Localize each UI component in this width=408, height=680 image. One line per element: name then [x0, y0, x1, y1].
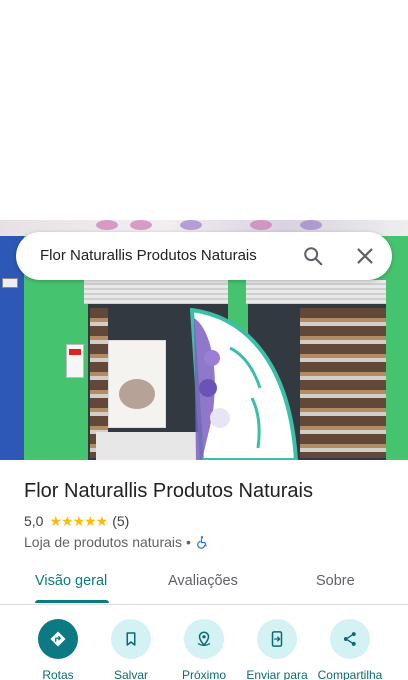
category-row: Loja de produtos naturais • — [24, 534, 209, 550]
photo-shutter-right — [246, 280, 386, 304]
directions-button[interactable]: Rotas — [18, 612, 98, 680]
directions-icon — [50, 631, 66, 647]
place-title: Flor Naturallis Produtos Naturais — [24, 480, 313, 502]
nearby-button[interactable]: Próximo — [164, 612, 244, 680]
star-rating-icon: ★★★★★ — [49, 512, 108, 529]
close-icon[interactable] — [354, 245, 376, 267]
share-icon — [343, 632, 356, 646]
action-bar: Rotas Salvar Próximo Enviar para Compart… — [0, 612, 408, 680]
bookmark-icon — [126, 632, 136, 646]
search-bar[interactable]: Flor Naturallis Produtos Naturais — [16, 232, 392, 280]
send-to-phone-button[interactable]: Enviar para — [237, 612, 317, 680]
send-to-phone-label: Enviar para — [246, 668, 308, 680]
send-to-phone-button-circle[interactable] — [257, 619, 297, 659]
photo-shutter-left — [84, 280, 228, 304]
save-label: Salvar — [113, 668, 148, 680]
wheelchair-accessible-icon — [197, 536, 207, 549]
save-button-circle[interactable] — [111, 619, 151, 659]
tab-about[interactable]: Sobre — [316, 573, 355, 589]
rating-row[interactable]: 5,0 ★★★★★ (5) — [24, 512, 129, 530]
directions-button-circle[interactable] — [38, 619, 78, 659]
tab-reviews[interactable]: Avaliações — [168, 573, 238, 589]
share-button-circle[interactable] — [330, 619, 370, 659]
rating-value: 5,0 — [24, 513, 44, 529]
send-to-phone-icon — [271, 631, 283, 647]
photo-wall-sign — [66, 344, 84, 378]
nearby-button-circle[interactable] — [184, 619, 224, 659]
share-label: Compartilha — [317, 668, 383, 680]
search-input[interactable]: Flor Naturallis Produtos Naturais — [40, 247, 257, 264]
photo-feather-flag — [190, 308, 299, 460]
nearby-label: Próximo — [181, 668, 226, 680]
tab-overview[interactable]: Visão geral — [35, 573, 107, 589]
photo-shelves-right — [300, 308, 386, 458]
search-icon[interactable] — [302, 245, 324, 267]
nearby-icon — [197, 631, 211, 647]
place-tabs: Visão geral Avaliações Sobre — [0, 560, 408, 605]
photo-camera — [2, 278, 18, 288]
share-button[interactable]: Compartilha — [310, 612, 390, 680]
category-separator: • — [186, 534, 191, 550]
place-category: Loja de produtos naturais — [24, 534, 182, 550]
active-tab-indicator — [35, 600, 109, 603]
place-page: Flor Naturallis Produtos Naturais Flor N… — [0, 0, 408, 680]
photo-poster — [108, 340, 166, 428]
save-button[interactable]: Salvar — [91, 612, 171, 680]
review-count[interactable]: (5) — [112, 513, 129, 529]
directions-label: Rotas — [42, 668, 74, 680]
